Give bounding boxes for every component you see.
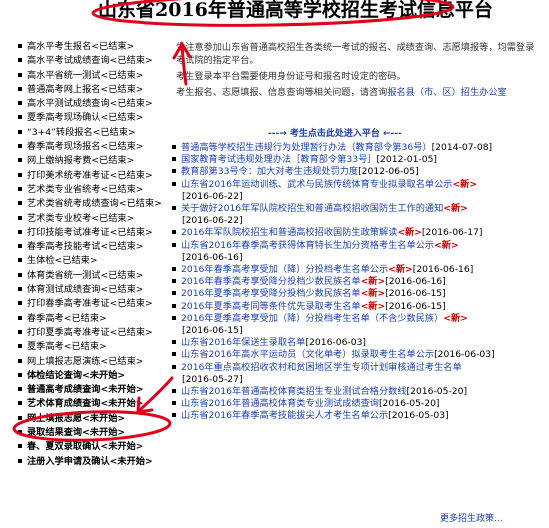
title-arrow-annotation bbox=[172, 41, 192, 86]
hand-drawn-annotations bbox=[12, 0, 455, 442]
score-query-arrow-annotation bbox=[136, 376, 174, 414]
score-query-circle-annotation bbox=[12, 410, 172, 442]
title-circle-annotation bbox=[91, 0, 455, 27]
